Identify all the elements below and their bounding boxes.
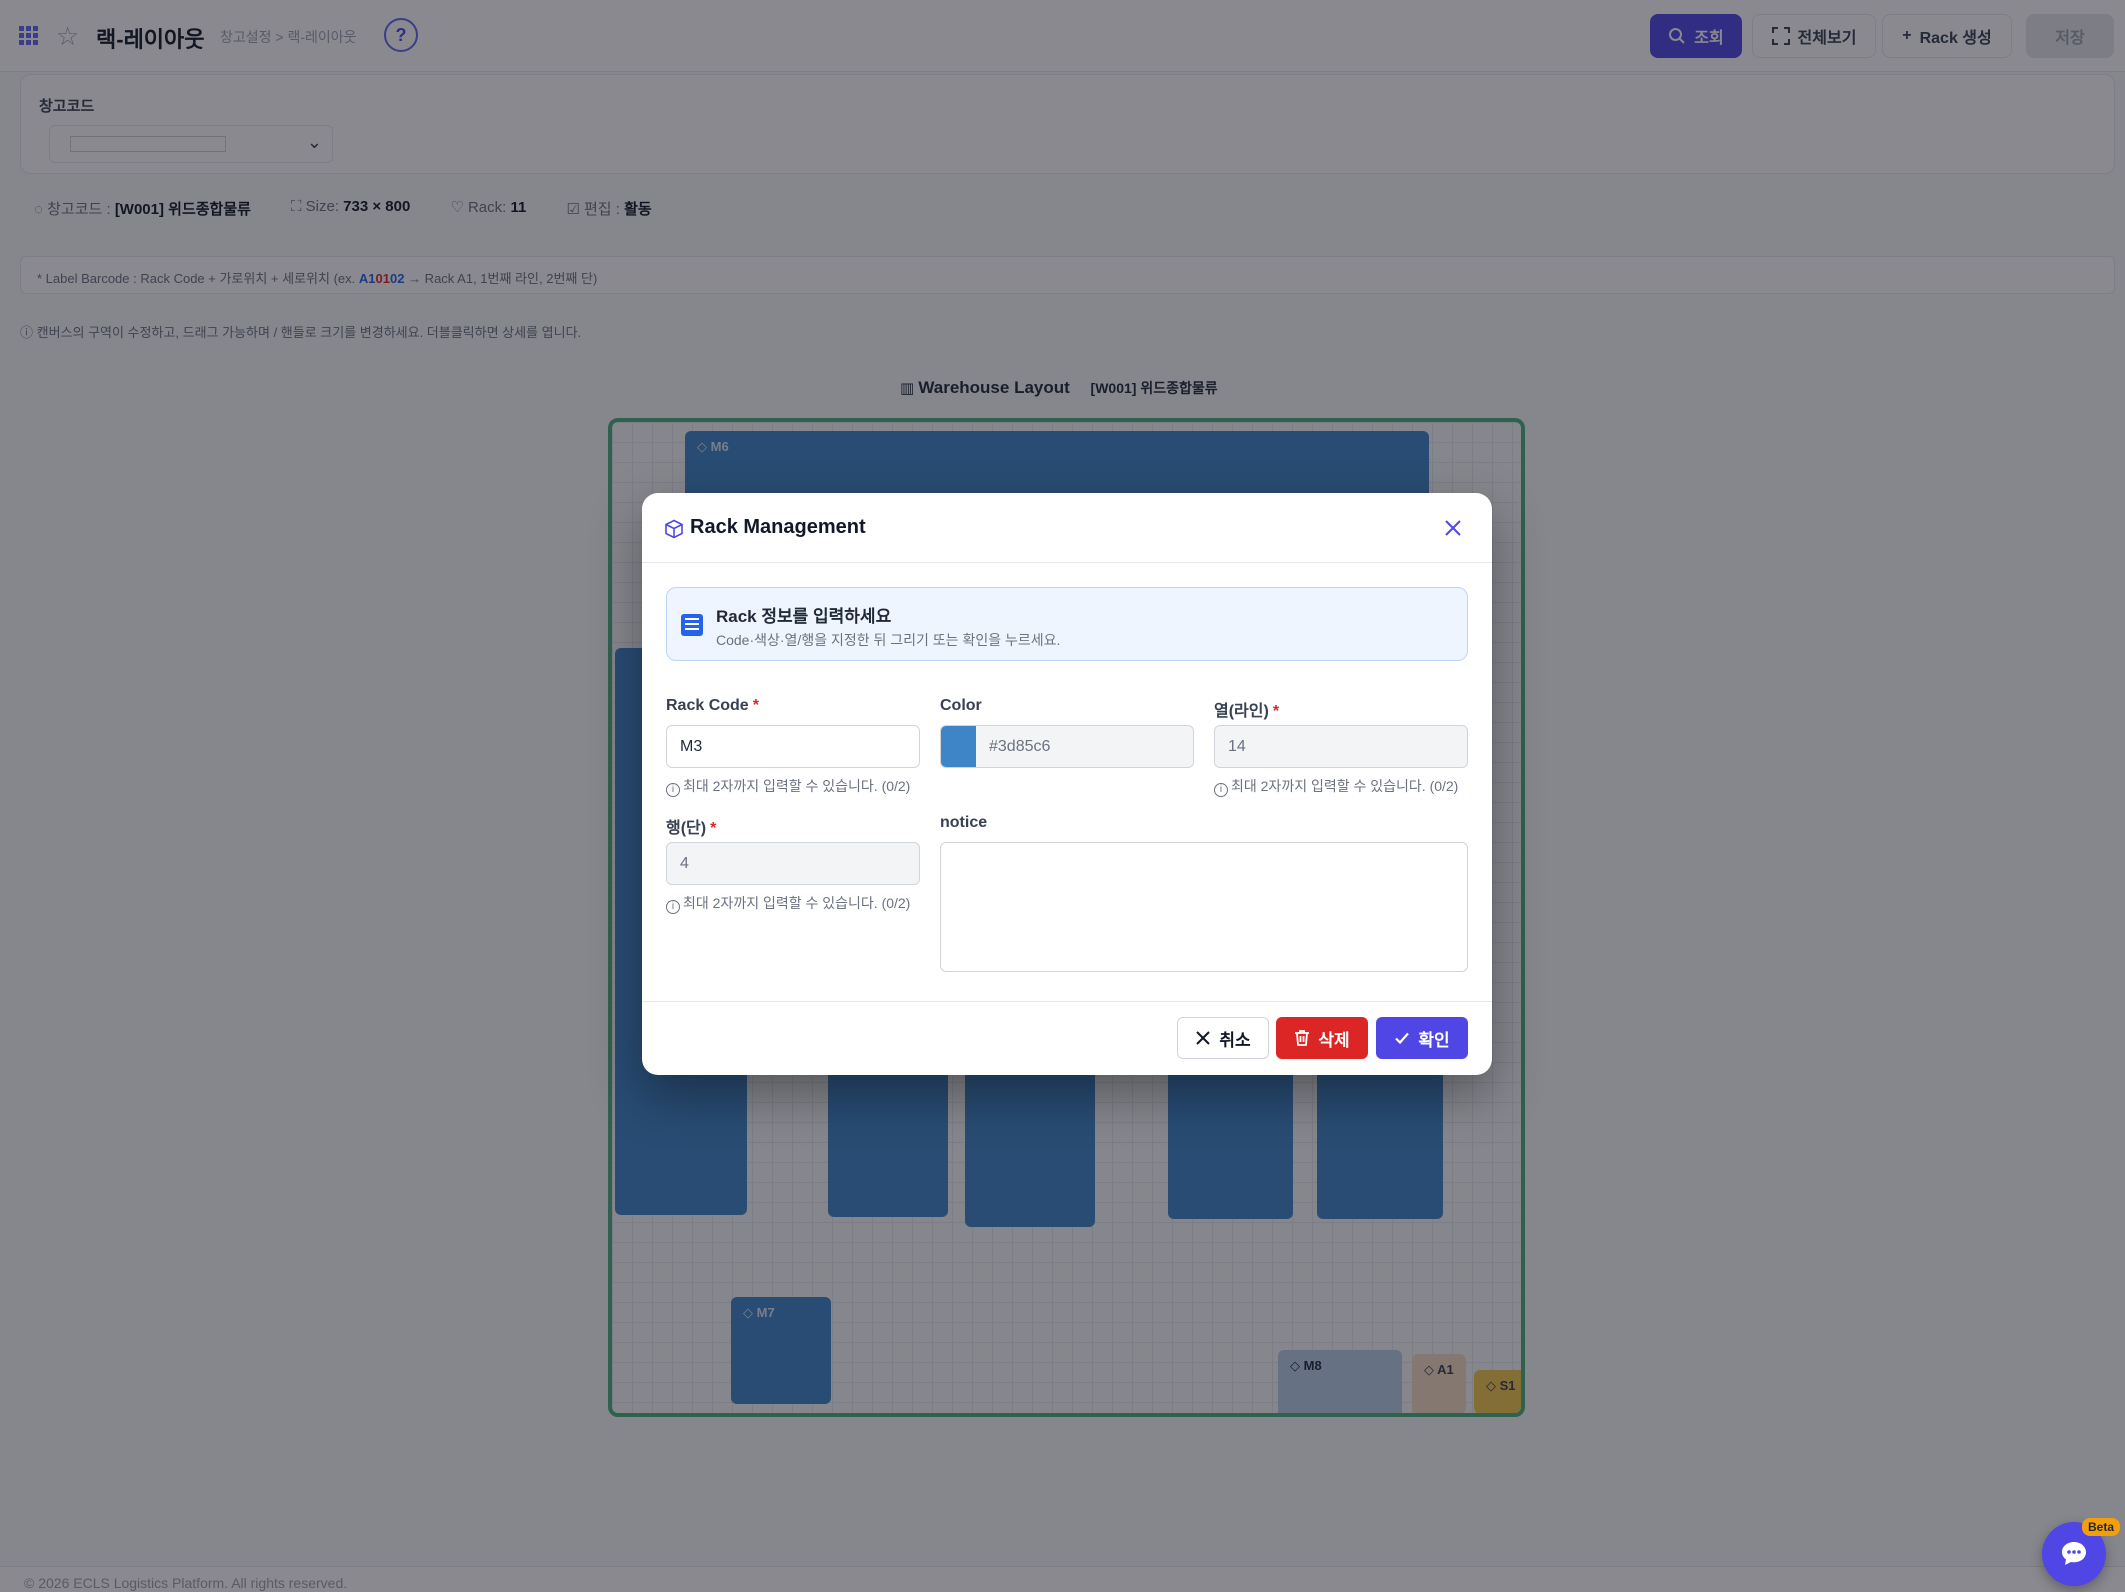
color-field[interactable]: #3d85c6 bbox=[940, 725, 1194, 768]
notice-textarea[interactable] bbox=[940, 842, 1468, 972]
rack-code-label: Rack Code * bbox=[666, 697, 759, 714]
modal-title: Rack Management bbox=[690, 516, 866, 538]
beta-badge: Beta bbox=[2082, 1518, 2121, 1536]
color-label: Color bbox=[940, 697, 982, 714]
close-icon bbox=[1196, 1031, 1211, 1045]
confirm-button[interactable]: 확인 bbox=[1376, 1017, 1468, 1059]
color-value: #3d85c6 bbox=[989, 738, 1051, 755]
rack-code-input[interactable]: M3 bbox=[666, 725, 920, 768]
info-circle-icon: i bbox=[666, 783, 680, 797]
banner-subtitle: Code·색상·열/행을 지정한 뒤 그리기 또는 확인을 누르세요. bbox=[716, 632, 1061, 648]
info-circle-icon: i bbox=[666, 900, 680, 914]
modal-header: Rack Management bbox=[642, 493, 1492, 563]
cancel-button-label: 취소 bbox=[1219, 1030, 1251, 1050]
delete-button[interactable]: 삭제 bbox=[1276, 1017, 1368, 1059]
row-hint: i 최대 2자까지 입력할 수 있습니다. (0/2) bbox=[666, 893, 910, 914]
rack-code-hint: i 최대 2자까지 입력할 수 있습니다. (0/2) bbox=[666, 776, 910, 797]
ruler-icon bbox=[681, 614, 703, 636]
trash-icon bbox=[1295, 1030, 1310, 1046]
color-swatch[interactable] bbox=[941, 726, 976, 767]
delete-button-label: 삭제 bbox=[1318, 1030, 1350, 1050]
chat-bubble-icon bbox=[2062, 1542, 2086, 1565]
confirm-button-label: 확인 bbox=[1418, 1030, 1450, 1050]
column-input[interactable]: 14 bbox=[1214, 725, 1468, 768]
cube-icon bbox=[665, 519, 683, 539]
column-hint: i 최대 2자까지 입력할 수 있습니다. (0/2) bbox=[1214, 776, 1458, 797]
row-input[interactable]: 4 bbox=[666, 842, 920, 885]
rack-management-modal: Rack Management Rack 정보를 입력하세요 Code·색상·열… bbox=[642, 493, 1492, 1075]
row-label: 행(단) * bbox=[666, 820, 717, 837]
info-banner: Rack 정보를 입력하세요 Code·색상·열/행을 지정한 뒤 그리기 또는… bbox=[666, 587, 1468, 661]
notice-label: notice bbox=[940, 814, 988, 831]
column-label: 열(라인) * bbox=[1214, 703, 1280, 720]
info-circle-icon: i bbox=[1214, 783, 1228, 797]
close-icon[interactable] bbox=[1440, 515, 1466, 541]
banner-title: Rack 정보를 입력하세요 bbox=[716, 607, 892, 626]
check-icon bbox=[1395, 1032, 1410, 1045]
modal-footer: 취소 삭제 확인 bbox=[642, 1001, 1492, 1075]
cancel-button[interactable]: 취소 bbox=[1177, 1017, 1269, 1059]
